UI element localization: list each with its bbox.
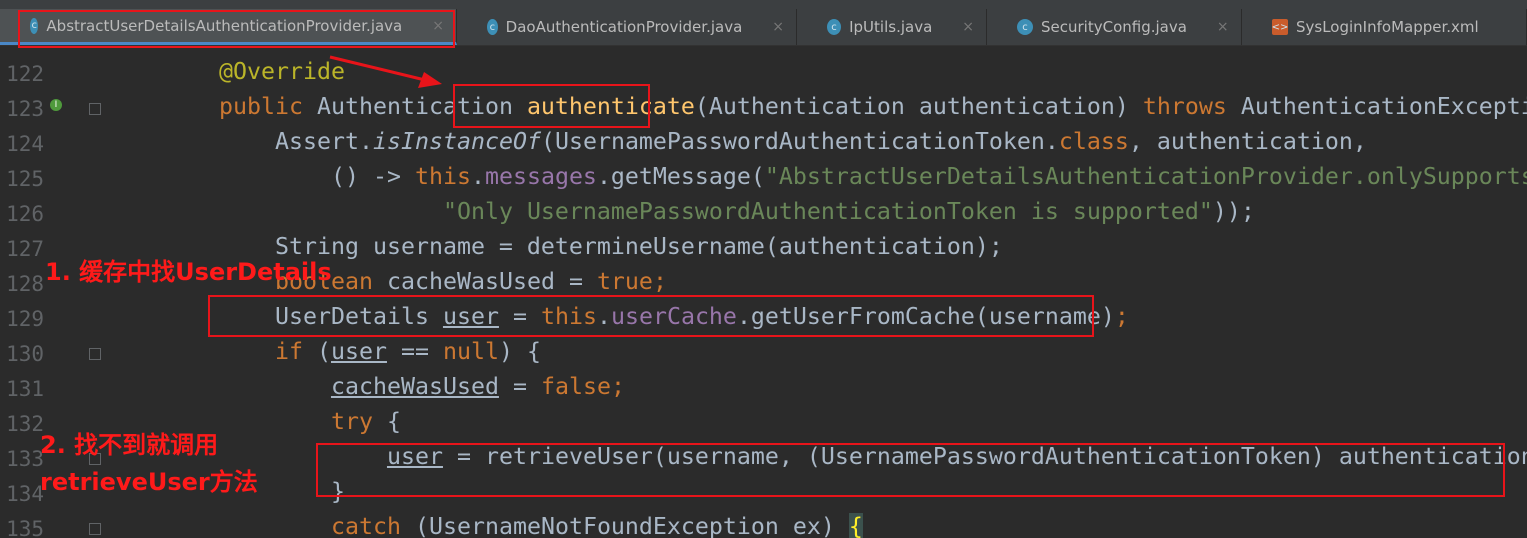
annotation-step-2-line-2: retrieveUser方法 [40,468,258,496]
annotation-step-2-line-1: 2. 找不到就调用 [40,431,219,459]
annotation-step-1: 1. 缓存中找UserDetails [45,258,332,286]
